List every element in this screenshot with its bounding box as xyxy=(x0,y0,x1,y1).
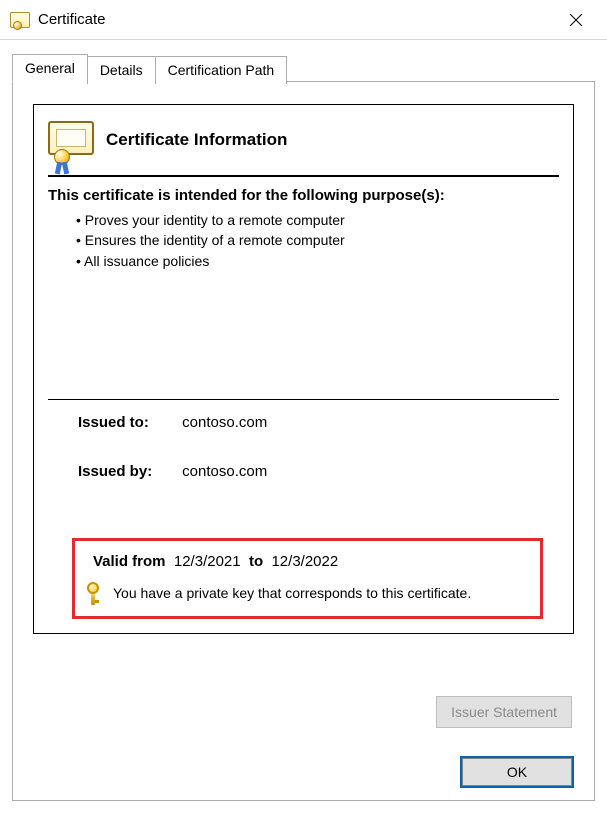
purpose-item: Ensures the identity of a remote compute… xyxy=(76,230,559,250)
valid-from-value: 12/3/2021 xyxy=(174,553,241,570)
certificate-icon xyxy=(10,12,30,28)
private-key-message: You have a private key that corresponds … xyxy=(113,585,471,601)
divider xyxy=(48,175,559,177)
tab-general[interactable]: General xyxy=(12,54,88,82)
ok-row: OK xyxy=(462,758,572,786)
issued-block: Issued to: contoso.com Issued by: contos… xyxy=(78,414,559,480)
issued-by-label: Issued by: xyxy=(78,463,178,480)
divider xyxy=(48,399,559,400)
issuer-statement-row: Issuer Statement xyxy=(436,696,572,728)
close-button[interactable] xyxy=(553,4,599,36)
validity-highlight-box: Valid from 12/3/2021 to 12/3/2022 You ha… xyxy=(72,538,543,619)
purpose-item: Proves your identity to a remote compute… xyxy=(76,210,559,230)
tab-panel-general: Certificate Information This certificate… xyxy=(12,81,595,801)
issued-to-row: Issued to: contoso.com xyxy=(78,414,559,431)
card-title: Certificate Information xyxy=(106,130,287,150)
issued-to-value: contoso.com xyxy=(182,414,267,431)
private-key-row: You have a private key that corresponds … xyxy=(85,582,530,604)
issuer-statement-button: Issuer Statement xyxy=(436,696,572,728)
tab-certification-path[interactable]: Certification Path xyxy=(155,56,288,84)
purpose-item: All issuance policies xyxy=(76,251,559,271)
tab-strip: General Details Certification Path xyxy=(12,54,595,82)
ok-button[interactable]: OK xyxy=(462,758,572,786)
titlebar: Certificate xyxy=(0,0,607,40)
key-icon xyxy=(85,582,103,604)
valid-to-label: to xyxy=(249,553,263,570)
issued-by-row: Issued by: contoso.com xyxy=(78,463,559,480)
valid-to-value: 12/3/2022 xyxy=(271,553,338,570)
certificate-large-icon xyxy=(48,121,94,159)
valid-from-label: Valid from xyxy=(93,553,166,570)
tab-details[interactable]: Details xyxy=(87,56,156,84)
purpose-heading: This certificate is intended for the fol… xyxy=(48,187,559,204)
card-header: Certificate Information xyxy=(48,115,559,171)
client-area: General Details Certification Path Certi… xyxy=(0,40,607,813)
purpose-list: Proves your identity to a remote compute… xyxy=(76,210,559,271)
issued-by-value: contoso.com xyxy=(182,463,267,480)
validity-row: Valid from 12/3/2021 to 12/3/2022 xyxy=(93,553,530,570)
certificate-info-card: Certificate Information This certificate… xyxy=(33,104,574,634)
issued-to-label: Issued to: xyxy=(78,414,178,431)
window-title: Certificate xyxy=(38,11,553,28)
